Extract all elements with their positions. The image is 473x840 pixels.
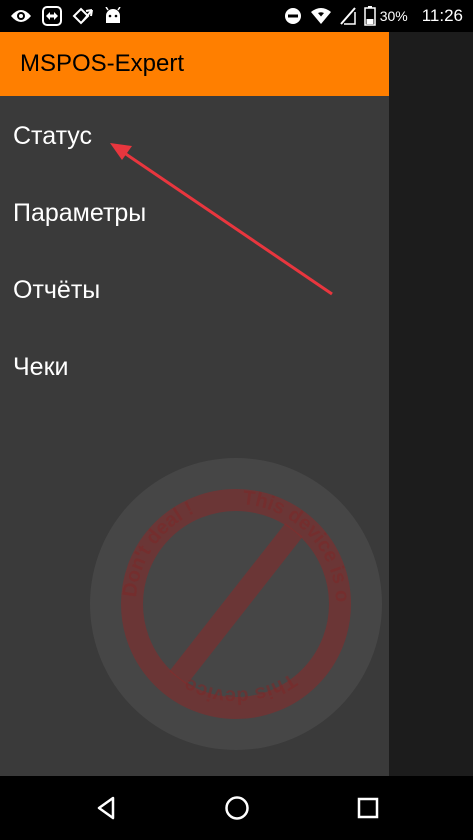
menu-item-label: Статус [13,121,93,150]
battery-percent: 30% [379,8,408,24]
battery-icon [363,6,376,26]
menu-item-label: Параметры [13,198,147,227]
menu-item-status[interactable]: Статус [0,98,389,174]
diamond-arrow-icon [72,7,93,25]
eye-icon [11,10,31,22]
menu-item-reports[interactable]: Отчёты [0,252,389,328]
menu-item-parameters[interactable]: Параметры [0,175,389,251]
system-nav-bar [0,776,473,840]
app-title: MSPOS-Expert [20,50,185,77]
back-button[interactable] [86,790,126,826]
no-sim-icon [339,7,356,25]
menu-item-label: Отчёты [13,275,101,304]
menu-item-receipts[interactable]: Чеки [0,329,389,405]
scrim[interactable] [389,32,473,776]
back-icon [97,796,115,820]
do-not-disturb-icon [284,8,301,24]
home-button[interactable] [217,790,257,826]
menu-item-label: Чеки [13,352,69,381]
prohibition-watermark: This device is ok Don't deal ! This devi… [88,456,382,750]
clock: 11:26 [421,6,463,25]
drawer-header: MSPOS-Expert [0,32,389,96]
recents-icon [357,797,379,819]
wifi-icon [310,8,331,24]
teamviewer-icon [42,6,62,26]
home-icon [225,796,249,820]
status-bar: 30% 11:26 [0,0,473,32]
android-icon [105,7,121,23]
recents-button[interactable] [348,790,388,826]
